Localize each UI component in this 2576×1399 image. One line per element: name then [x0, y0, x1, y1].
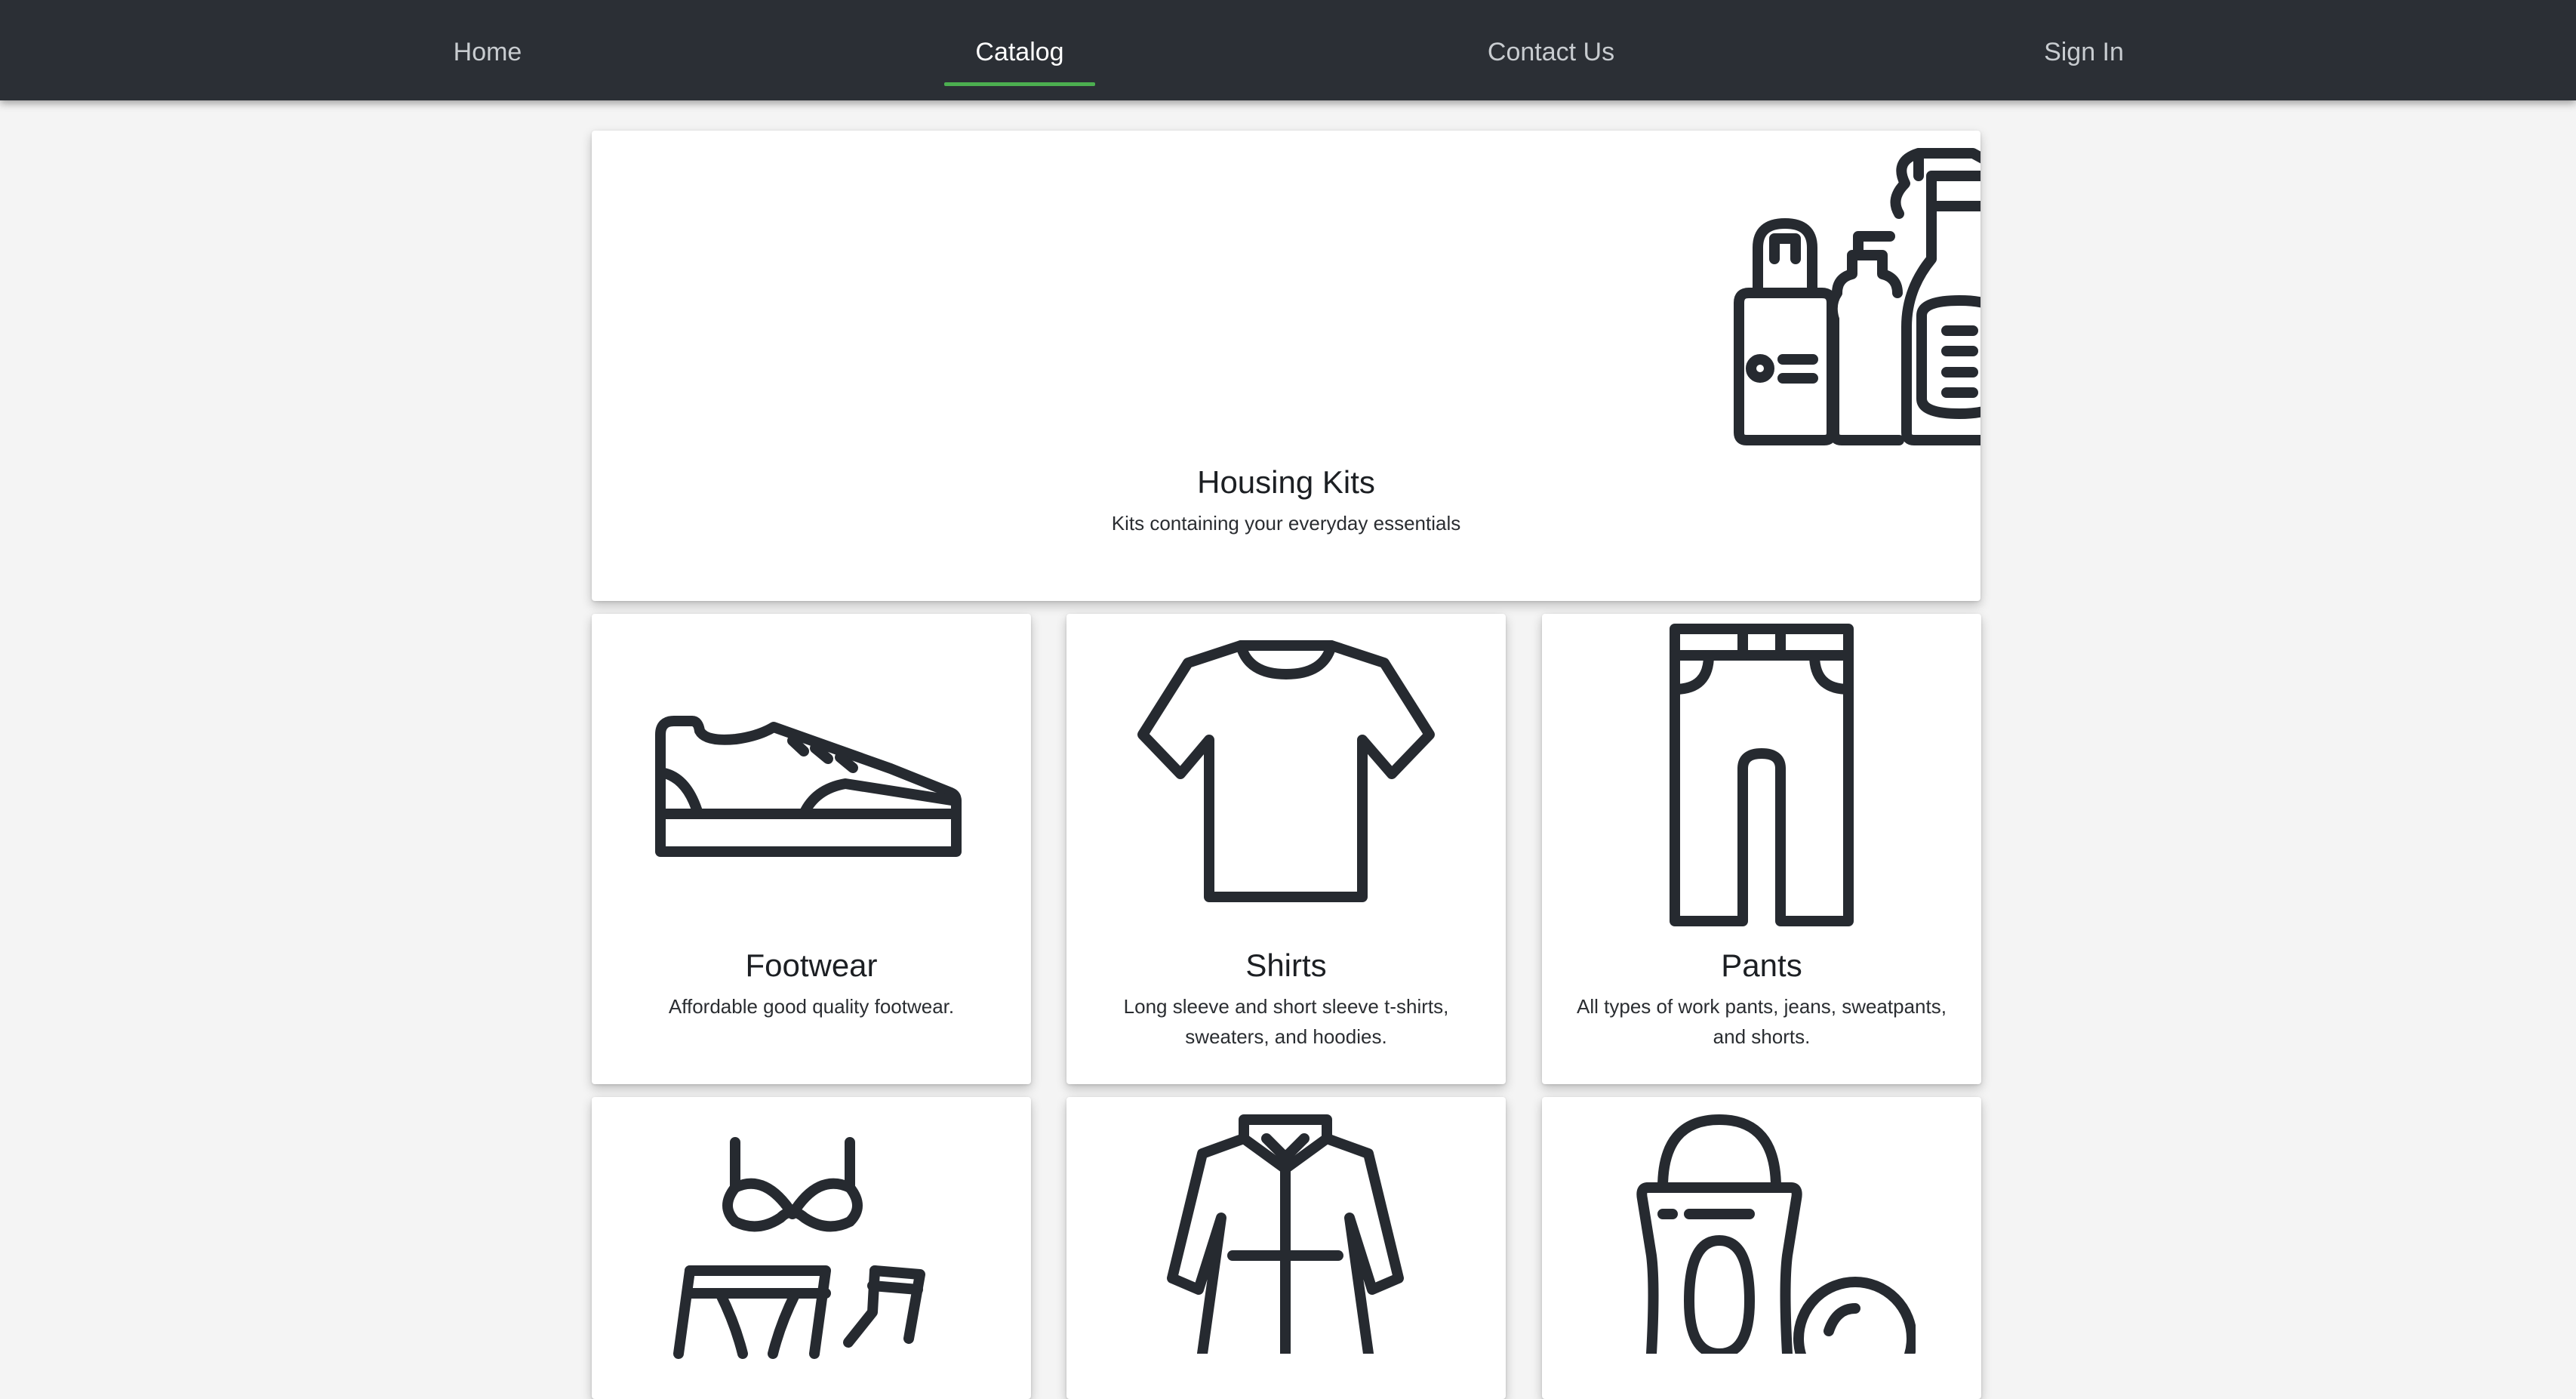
card-title: Housing Kits	[1197, 464, 1375, 500]
category-card-footwear[interactable]: Footwear Affordable good quality footwea…	[592, 614, 1031, 1084]
coat-icon	[1167, 1114, 1404, 1354]
deodorant-icon	[1636, 1114, 1916, 1354]
card-description: Long sleeve and short sleeve t-shirts, s…	[1123, 995, 1449, 1048]
nav-home[interactable]: Home	[412, 0, 563, 100]
category-card-housing-kits[interactable]: Housing Kits Kits containing your everyd…	[592, 131, 1980, 601]
category-card-undergarments[interactable]	[592, 1097, 1031, 1399]
category-card-toiletries[interactable]	[1542, 1097, 1981, 1399]
category-card-pants[interactable]: Pants All types of work pants, jeans, sw…	[1542, 614, 1981, 1084]
cleaning-bottles-icon	[1734, 148, 1980, 445]
card-title: Footwear	[745, 948, 878, 983]
tshirt-icon	[1137, 640, 1435, 902]
top-nav-bar: Home Catalog Contact Us Sign In	[0, 0, 2576, 100]
underwear-socks-icon	[673, 1137, 925, 1359]
card-description: Affordable good quality footwear.	[668, 995, 955, 1018]
nav-contact-us[interactable]: Contact Us	[1438, 0, 1664, 100]
nav-active-indicator	[944, 82, 1095, 86]
category-card-outerwear[interactable]	[1066, 1097, 1506, 1399]
nav-sign-in[interactable]: Sign In	[1971, 0, 2197, 100]
pants-icon	[1670, 624, 1854, 926]
sneaker-icon	[655, 716, 962, 857]
card-title: Pants	[1721, 948, 1802, 983]
card-description: All types of work pants, jeans, sweatpan…	[1577, 995, 1947, 1048]
category-card-shirts[interactable]: Shirts Long sleeve and short sleeve t-sh…	[1066, 614, 1506, 1084]
card-description: Kits containing your everyday essentials	[1111, 512, 1461, 535]
card-title: Shirts	[1245, 948, 1327, 983]
